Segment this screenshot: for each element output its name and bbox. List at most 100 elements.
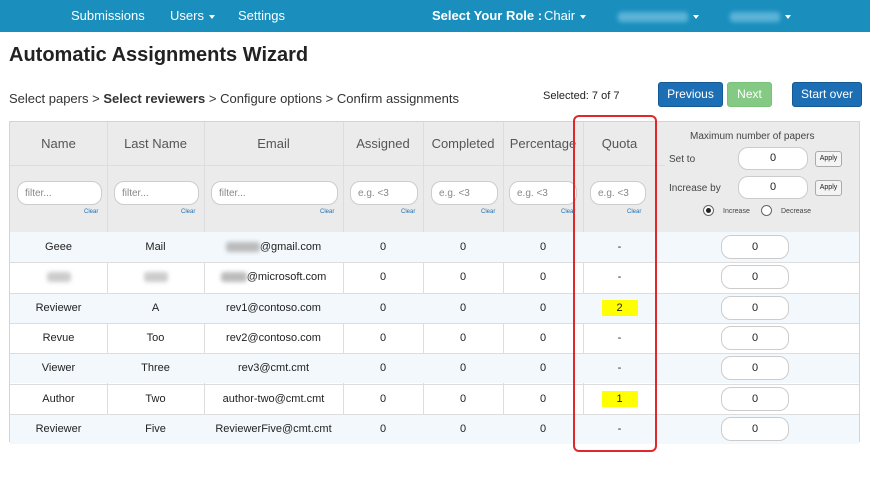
cell-percentage: 0 [539,392,547,405]
column-header-percentage[interactable]: Percentage [503,136,583,151]
quota-highlight: 1 [601,390,638,407]
cell-quota: 2 [583,293,656,323]
increase-radio-label: Increase [723,208,750,215]
cell-completed: 0 [459,301,467,314]
cell-completed: 0 [459,422,467,435]
cell-completed: 0 [459,271,467,284]
previous-button[interactable]: Previous [658,82,723,107]
cell-email: ReviewerFive@cmt.cmt [204,414,343,444]
max-papers-input[interactable]: 0 [721,295,789,320]
clear-completed-filter[interactable]: Clear [481,209,495,215]
column-header-quota[interactable]: Quota [583,136,656,151]
column-header-assigned[interactable]: Assigned [343,136,423,151]
start-over-button[interactable]: Start over [792,82,862,107]
redacted-text [220,272,247,283]
cell-name: Geee [45,241,72,253]
cell-percentage: 0 [539,301,547,314]
cell-assigned: 0 [379,301,387,314]
cell-assigned: 0 [379,392,387,405]
max-papers-input[interactable]: 0 [721,265,789,290]
increase-radio[interactable] [703,205,714,216]
set-to-apply-button[interactable]: Apply [815,151,842,167]
decrease-radio[interactable] [761,205,772,216]
clear-last-name-filter[interactable]: Clear [181,209,195,215]
cell-email: rev3@cmt.cmt [204,353,343,383]
filter-assigned-input[interactable] [350,181,418,205]
increase-by-label: Increase by [669,183,721,194]
top-navbar: Submissions Users Settings Select Your R… [0,0,870,32]
column-divider [656,122,657,441]
redacted-text [618,11,688,22]
email-text: ReviewerFive@cmt.cmt [215,422,332,435]
user-menu[interactable] [730,8,791,23]
cell-assigned: 0 [379,362,387,375]
cell-quota: - [617,331,622,344]
cell-name: Revue [42,331,75,344]
max-papers-input[interactable]: 0 [721,235,789,259]
chevron-down-icon [208,14,215,19]
max-papers-input[interactable]: 0 [721,386,789,411]
cell-assigned: 0 [379,271,387,284]
cell-percentage: 0 [539,271,547,284]
reviewers-grid: Name Last Name Email Assigned Completed … [9,121,860,444]
filter-email-input[interactable] [211,181,338,205]
step-configure-options: Configure options [220,91,322,106]
column-header-name[interactable]: Name [10,136,107,151]
cell-email: rev1@contoso.com [204,293,343,323]
filter-quota-input[interactable] [590,181,646,205]
nav-users-menu[interactable]: Users [170,8,215,23]
clear-email-filter[interactable]: Clear [320,209,334,215]
cell-completed: 0 [459,241,467,253]
cell-email: rev2@contoso.com [204,323,343,353]
increase-by-apply-button[interactable]: Apply [815,180,842,196]
clear-quota-filter[interactable]: Clear [627,209,641,215]
column-header-last-name[interactable]: Last Name [107,136,204,151]
email-text: author-two@cmt.cmt [222,392,325,405]
set-to-label: Set to [669,154,696,165]
cell-percentage: 0 [539,331,547,344]
max-papers-input[interactable]: 0 [721,356,789,381]
role-value: Chair [544,8,576,23]
nav-submissions[interactable]: Submissions [71,8,145,23]
email-text: rev3@cmt.cmt [237,362,310,375]
step-separator: > [325,91,334,106]
chevron-down-icon [580,14,587,19]
step-select-reviewers: Select reviewers [103,91,206,106]
conference-dropdown[interactable] [618,8,699,23]
chevron-down-icon [785,14,791,19]
max-papers-input[interactable]: 0 [721,416,789,441]
column-header-completed[interactable]: Completed [423,136,503,151]
selected-count: Selected: 7 of 7 [543,90,620,102]
email-text: @gmail.com [259,241,322,253]
column-header-email[interactable]: Email [204,136,343,151]
filter-name-input[interactable] [17,181,102,205]
cell-completed: 0 [459,331,467,344]
next-button[interactable]: Next [727,82,772,107]
cell-quota: - [617,241,622,253]
step-confirm-assignments: Confirm assignments [336,91,459,106]
step-separator: > [208,91,217,106]
cell-assigned: 0 [379,331,387,344]
filter-completed-input[interactable] [431,181,498,205]
quota-highlight: 2 [601,299,638,316]
increase-by-input[interactable]: 0 [738,176,808,199]
nav-settings[interactable]: Settings [238,8,285,23]
cell-percentage: 0 [539,241,547,253]
cell-name: Reviewer [35,301,82,314]
set-to-input[interactable]: 0 [738,147,808,170]
role-dropdown[interactable]: Chair [544,8,587,23]
email-text: rev1@contoso.com [226,301,321,314]
clear-name-filter[interactable]: Clear [84,209,98,215]
clear-percentage-filter[interactable]: Clear [561,209,575,215]
cell-email: @microsoft.com [204,262,343,292]
cell-last-name: Three [141,362,170,375]
page-title: Automatic Assignments Wizard [9,44,309,66]
filter-percentage-input[interactable] [509,181,577,205]
cell-percentage: 0 [539,422,547,435]
cell-assigned: 0 [379,241,387,253]
clear-assigned-filter[interactable]: Clear [401,209,415,215]
cell-last-name [107,262,204,292]
filter-last-name-input[interactable] [114,181,199,205]
max-papers-input[interactable]: 0 [721,325,789,350]
cell-percentage: 0 [539,362,547,375]
